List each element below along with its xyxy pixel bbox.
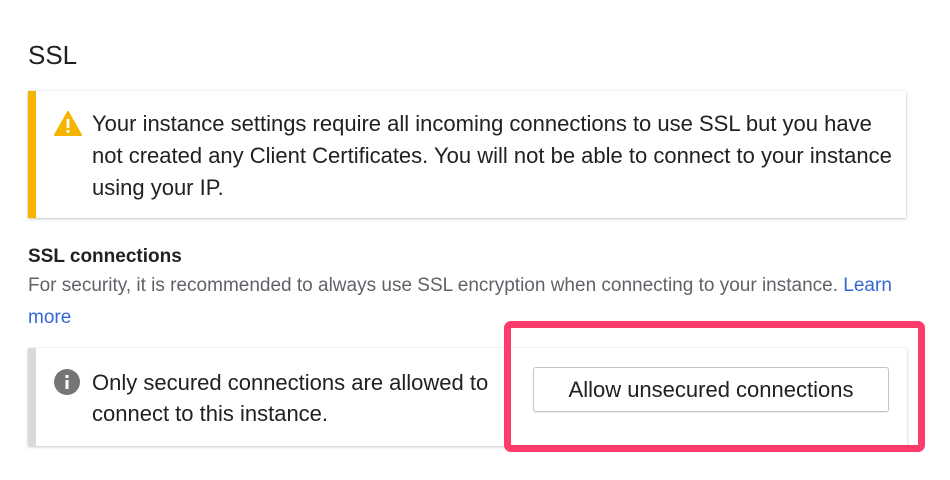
warning-banner: Your instance settings require all incom… bbox=[28, 91, 906, 218]
ssl-connections-heading: SSL connections bbox=[28, 246, 182, 267]
info-icon bbox=[54, 369, 80, 395]
section-title: SSL bbox=[28, 40, 78, 70]
info-message: Only secured connections are allowed to … bbox=[92, 370, 489, 426]
warning-icon bbox=[54, 111, 82, 137]
ssl-connections-description: For security, it is recommended to alway… bbox=[28, 270, 908, 334]
ssl-settings-page: SSL Your instance settings require all i… bbox=[0, 0, 950, 480]
allow-unsecured-connections-button[interactable]: Allow unsecured connections bbox=[533, 367, 889, 412]
description-text: For security, it is recommended to alway… bbox=[28, 275, 839, 296]
warning-message: Your instance settings require all incom… bbox=[92, 111, 892, 200]
